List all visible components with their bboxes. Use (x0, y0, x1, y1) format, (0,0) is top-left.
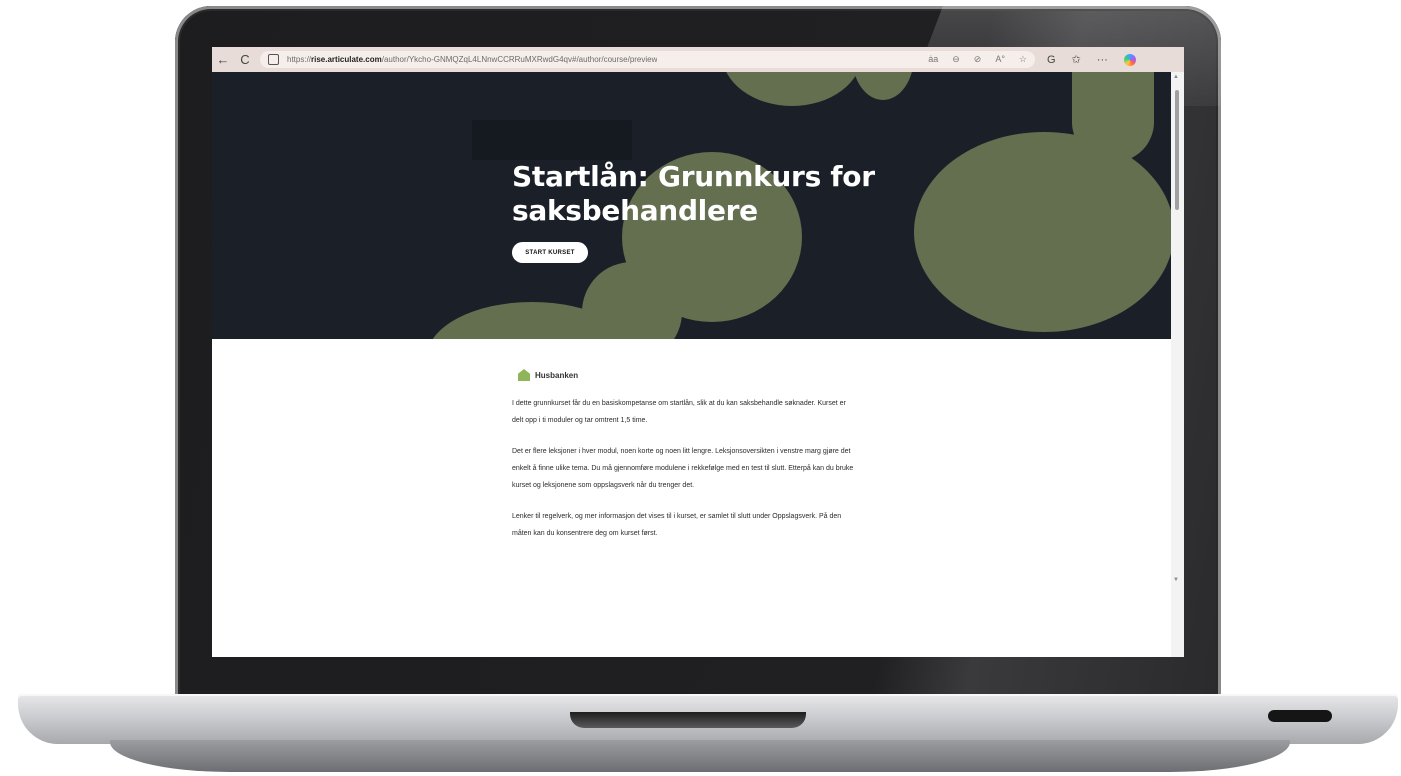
zoom-icon[interactable]: ⊖ (952, 54, 960, 65)
links-paragraph: Lenker til regelverk, og mer informasjon… (512, 513, 842, 537)
refresh-icon[interactable]: C (234, 52, 256, 67)
laptop-base-shadow (110, 740, 1290, 772)
more-icon[interactable]: ··· (1097, 54, 1108, 66)
scroll-thumb[interactable] (1175, 90, 1179, 210)
favorites-icon[interactable]: ✩ (1072, 53, 1081, 66)
browser-toolbar: ← C https://rise.articulate.com/author/Y… (212, 47, 1184, 72)
url-text: https://rise.articulate.com/author/Ykcho… (287, 55, 658, 64)
intro-paragraph: I dette grunnkurset får du en basiskompe… (512, 400, 846, 424)
back-icon[interactable]: ← (212, 52, 234, 67)
laptop-notch (570, 712, 806, 728)
page-scrollbar[interactable]: ▲ ▼ (1171, 72, 1184, 657)
decorative-blob (852, 72, 914, 100)
hero-overlay (472, 120, 632, 160)
scroll-down-icon[interactable]: ▼ (1173, 577, 1179, 583)
start-course-button[interactable]: START KURSET (512, 242, 588, 263)
scroll-up-icon[interactable]: ▲ (1173, 74, 1179, 80)
read-aloud-icon[interactable]: A° (995, 54, 1005, 65)
laptop-screen: ← C https://rise.articulate.com/author/Y… (212, 47, 1184, 657)
husbanken-logo: Husbanken (518, 369, 857, 381)
course-description: Husbanken I dette grunnkurset får du en … (512, 369, 857, 542)
site-info-icon[interactable] (268, 54, 279, 65)
copilot-icon[interactable] (1123, 53, 1136, 66)
aa-icon[interactable]: ȧa (928, 54, 938, 65)
course-hero: Startlån: Grunnkurs for saksbehandlere S… (212, 72, 1171, 339)
favorite-icon[interactable]: ☆ (1019, 54, 1027, 65)
laptop-slot (1268, 710, 1332, 722)
lessons-paragraph: Det er flere leksjoner i hver modul, noe… (512, 448, 854, 489)
decorative-blob (914, 132, 1171, 332)
hide-icon[interactable]: ⊘ (974, 54, 982, 65)
house-icon (518, 369, 530, 381)
logo-text: Husbanken (535, 370, 579, 380)
extensions-icon[interactable]: G (1047, 54, 1056, 66)
course-title: Startlån: Grunnkurs for saksbehandlere (512, 160, 875, 227)
decorative-blob (722, 72, 862, 106)
address-bar[interactable]: https://rise.articulate.com/author/Ykcho… (260, 51, 1035, 68)
